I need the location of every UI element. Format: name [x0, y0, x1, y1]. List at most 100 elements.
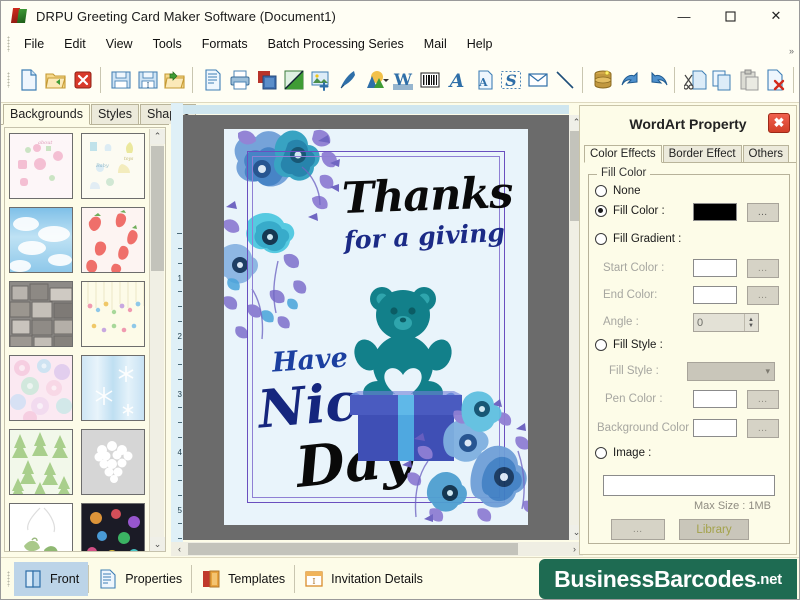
color-mode-icon[interactable] — [281, 65, 304, 95]
background-color-swatch[interactable] — [693, 419, 737, 437]
close-document-icon[interactable] — [70, 65, 93, 95]
page-setup-icon[interactable] — [200, 65, 223, 95]
scroll-up-icon[interactable]: ⌃ — [150, 129, 165, 144]
angle-stepper[interactable]: 0 ▲▼ — [693, 313, 759, 332]
list-item[interactable] — [9, 503, 73, 552]
minimize-button[interactable]: — — [661, 1, 707, 31]
line-tool-icon[interactable] — [552, 65, 575, 95]
library-button[interactable]: Library — [679, 519, 749, 540]
menu-tools[interactable]: Tools — [143, 34, 192, 54]
bottom-tab-templates[interactable]: Templates — [192, 562, 294, 596]
copy-icon[interactable] — [709, 65, 732, 95]
copy-design-icon[interactable] — [254, 65, 277, 95]
menu-help[interactable]: Help — [457, 34, 503, 54]
image-path-input[interactable] — [603, 475, 775, 496]
pen-tool-icon[interactable] — [335, 65, 358, 95]
radio-fill-color[interactable] — [595, 205, 607, 217]
background-color-browse-button[interactable]: … — [747, 419, 779, 438]
bottom-tab-front[interactable]: Front — [14, 562, 88, 596]
end-color-swatch[interactable] — [693, 286, 737, 304]
start-color-swatch[interactable] — [693, 259, 737, 277]
scrollbar-thumb[interactable] — [188, 543, 518, 555]
close-icon[interactable]: ✖ — [768, 113, 790, 133]
radio-image-row[interactable]: Image : — [595, 447, 651, 459]
wordart-icon[interactable]: S — [498, 65, 521, 95]
barcode-icon[interactable] — [417, 65, 440, 95]
image-browse-button[interactable]: … — [611, 519, 665, 540]
tab-backgrounds[interactable]: Backgrounds — [3, 104, 90, 125]
menu-edit[interactable]: Edit — [54, 34, 96, 54]
scroll-down-icon[interactable]: ⌄ — [150, 537, 165, 552]
tab-color-effects[interactable]: Color Effects — [584, 145, 662, 163]
close-button[interactable]: ✕ — [753, 1, 799, 31]
insert-image-icon[interactable] — [308, 65, 331, 95]
radio-fill-color-row[interactable]: Fill Color : — [595, 205, 665, 217]
watermark-icon[interactable]: W — [389, 65, 412, 95]
paste-icon[interactable] — [736, 65, 759, 95]
list-item[interactable] — [9, 207, 73, 273]
pen-color-browse-button[interactable]: … — [747, 390, 779, 409]
greeting-card-design[interactable]: Thanks for a giving Have a Nice Day — [224, 129, 528, 525]
radio-none[interactable] — [595, 185, 607, 197]
menu-batch-processing-series[interactable]: Batch Processing Series — [258, 34, 414, 54]
radio-fill-gradient-row[interactable]: Fill Gradient : — [595, 233, 681, 245]
bottom-tab-properties[interactable]: Properties — [89, 562, 191, 596]
toolbar-grip-handle[interactable] — [7, 72, 10, 88]
list-item[interactable] — [9, 281, 73, 347]
redo-icon[interactable] — [644, 65, 667, 95]
open-folder-icon[interactable] — [43, 65, 66, 95]
list-item[interactable] — [9, 355, 73, 421]
undo-icon[interactable] — [617, 65, 640, 95]
canvas-scroll-left-icon[interactable]: ‹ — [172, 543, 187, 555]
database-icon[interactable] — [590, 65, 613, 95]
list-item[interactable] — [81, 355, 145, 421]
fill-color-browse-button[interactable]: … — [747, 203, 779, 222]
start-color-browse-button[interactable]: … — [747, 259, 779, 278]
radio-fill-style-row[interactable]: Fill Style : — [595, 339, 663, 351]
design-canvas[interactable]: Thanks for a giving Have a Nice Day — [183, 115, 569, 540]
list-item[interactable] — [81, 281, 145, 347]
radio-none-row[interactable]: None — [595, 185, 641, 197]
envelope-icon[interactable] — [525, 65, 548, 95]
canvas-horizontal-scrollbar[interactable]: ‹ › — [171, 542, 583, 556]
text-icon[interactable]: A — [444, 65, 467, 95]
bottom-tab-invitation-details[interactable]: I Invitation Details — [295, 562, 432, 596]
list-item[interactable] — [81, 207, 145, 273]
export-folder-icon[interactable] — [162, 65, 185, 95]
delete-icon[interactable] — [763, 65, 786, 95]
background-list-scrollbar[interactable]: ⌃ ⌄ — [149, 129, 164, 552]
fill-color-swatch[interactable] — [693, 203, 737, 221]
shape-tool-icon[interactable] — [362, 65, 385, 95]
menu-grip-handle[interactable] — [7, 36, 10, 52]
cut-icon[interactable] — [682, 65, 705, 95]
save-icon[interactable] — [108, 65, 131, 95]
list-item[interactable] — [81, 503, 145, 552]
radio-fill-style[interactable] — [595, 339, 607, 351]
radio-image[interactable] — [595, 447, 607, 459]
card-headline-thanks[interactable]: Thanks — [341, 168, 513, 224]
tab-others[interactable]: Others — [743, 145, 790, 162]
save-as-icon[interactable]: I — [135, 65, 158, 95]
tab-border-effect[interactable]: Border Effect — [663, 145, 742, 162]
list-item[interactable] — [81, 429, 145, 495]
bottom-grip-handle[interactable] — [7, 571, 10, 587]
toolbar-overflow-chevron-icon[interactable]: » — [789, 46, 794, 56]
text-page-icon[interactable]: A — [471, 65, 494, 95]
list-item[interactable]: Babytoys — [81, 133, 145, 199]
scrollbar-thumb[interactable] — [151, 146, 164, 271]
tab-styles[interactable]: Styles — [91, 104, 139, 124]
menu-mail[interactable]: Mail — [414, 34, 457, 54]
print-icon[interactable] — [227, 65, 250, 95]
list-item[interactable] — [9, 429, 73, 495]
maximize-button[interactable] — [707, 1, 753, 31]
fill-style-select[interactable]: ▾ — [687, 362, 775, 381]
menu-file[interactable]: File — [14, 34, 54, 54]
end-color-browse-button[interactable]: … — [747, 286, 779, 305]
menu-view[interactable]: View — [96, 34, 143, 54]
pen-color-swatch[interactable] — [693, 390, 737, 408]
canvas-top-scrollbar[interactable] — [183, 105, 569, 114]
menu-formats[interactable]: Formats — [192, 34, 258, 54]
stepper-arrows-icon[interactable]: ▲▼ — [744, 314, 757, 331]
radio-fill-gradient[interactable] — [595, 233, 607, 245]
list-item[interactable]: about — [9, 133, 73, 199]
